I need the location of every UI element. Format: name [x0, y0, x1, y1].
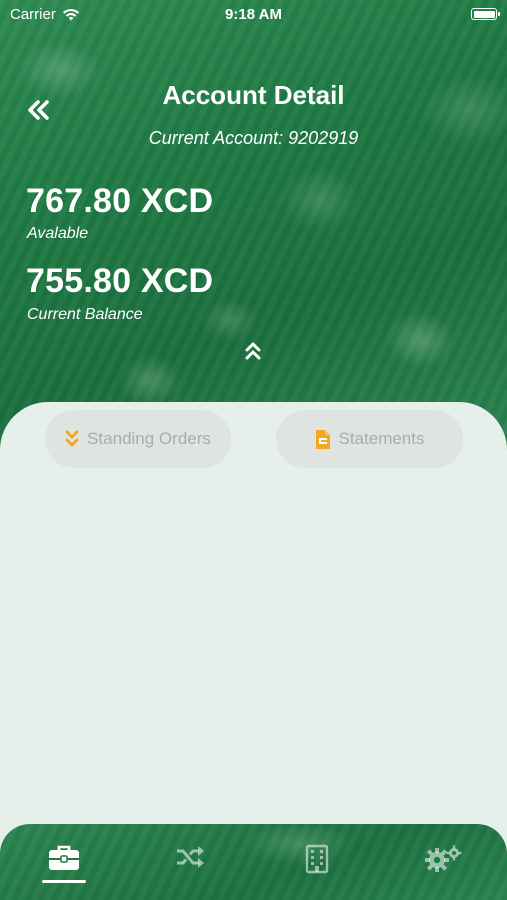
page-title: Account Detail [162, 80, 345, 110]
tab-settings[interactable] [423, 844, 463, 878]
status-bar: Carrier 9:18 AM [0, 0, 507, 28]
statements-button[interactable]: Statements [276, 410, 463, 468]
statements-label: Statements [338, 429, 425, 448]
collapse-button[interactable] [244, 340, 262, 362]
double-chevron-down-icon [65, 430, 79, 447]
current-balance-amount: 755.80 XCD [26, 262, 214, 300]
current-balance-label: Current Balance [27, 306, 143, 323]
shuffle-icon [177, 846, 204, 868]
document-icon [315, 429, 330, 449]
account-detail-screen: Carrier 9:18 AM Account Detail Current A… [0, 0, 507, 900]
tab-branches[interactable] [297, 844, 337, 878]
account-number-label: Current Account: 9202919 [148, 128, 359, 148]
tab-transfers[interactable] [170, 844, 210, 878]
active-tab-indicator [42, 880, 86, 883]
available-label: Avalable [27, 225, 89, 242]
standing-orders-button[interactable]: Standing Orders [45, 410, 231, 468]
status-time: 9:18 AM [225, 6, 282, 23]
gears-icon [425, 845, 462, 872]
available-amount: 767.80 XCD [26, 182, 214, 220]
briefcase-icon [49, 845, 79, 870]
battery-icon [471, 8, 500, 20]
tab-bar [0, 824, 507, 900]
content-card: Standing Orders Statements [0, 402, 507, 842]
tab-accounts[interactable] [44, 844, 84, 878]
building-icon [305, 844, 329, 874]
double-chevron-up-icon [245, 342, 261, 360]
standing-orders-label: Standing Orders [87, 429, 211, 448]
